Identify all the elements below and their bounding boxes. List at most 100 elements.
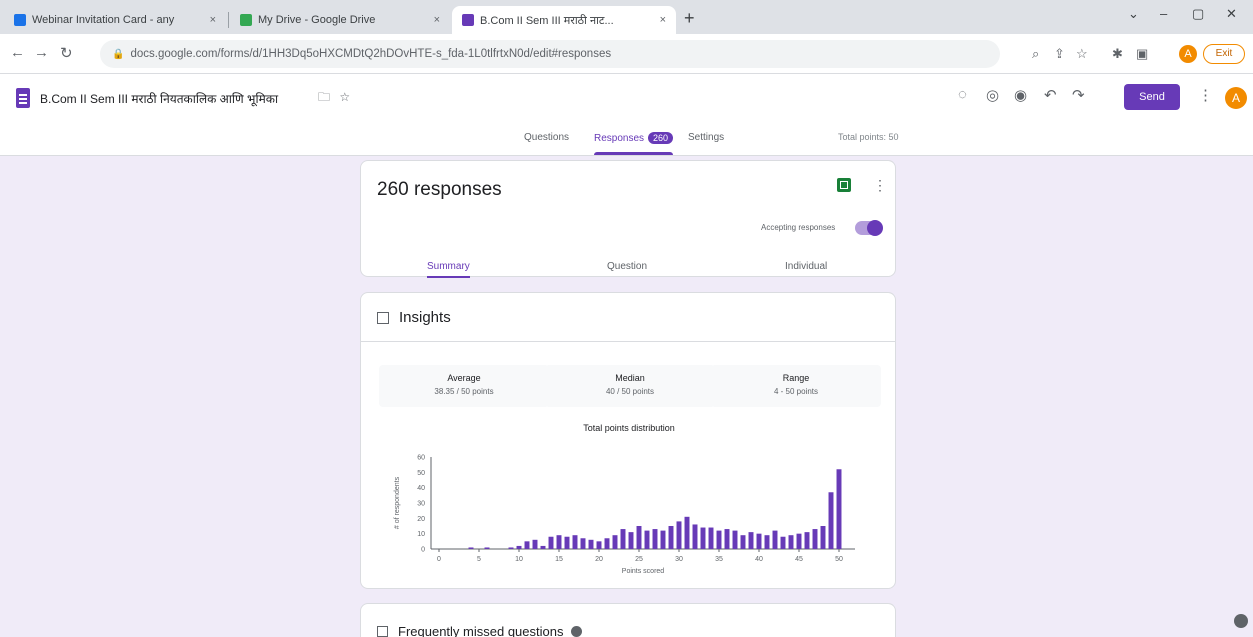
title-actions: 🗀 ☆ xyxy=(318,88,350,109)
histogram-bar xyxy=(820,526,826,549)
redo-icon[interactable]: ↷ xyxy=(1072,86,1085,104)
stat-average: Average 38.35 / 50 points xyxy=(379,365,549,407)
tab-groups-icon[interactable]: ▣ xyxy=(1136,46,1148,62)
close-tab-icon[interactable]: × xyxy=(660,14,666,26)
lock-icon: 🔒 xyxy=(112,48,125,60)
address-bar[interactable]: 🔒 docs.google.com/forms/d/1HH3Dq5oHXCMDt… xyxy=(100,40,1000,68)
stat-value: 4 - 50 points xyxy=(773,387,819,396)
browser-tab-drive[interactable]: My Drive - Google Drive × xyxy=(230,6,450,34)
tab-search-icon[interactable]: ⌄ xyxy=(1128,6,1139,22)
frequently-missed-heading: Frequently missed questions xyxy=(377,624,583,637)
insights-card: Insights Average 38.35 / 50 points Media… xyxy=(360,292,896,589)
browser-tab-webinar[interactable]: Webinar Invitation Card - any × xyxy=(4,6,226,34)
help-icon[interactable] xyxy=(571,626,583,637)
histogram-bar xyxy=(556,535,562,549)
responses-summary-card: 260 responses ⋮ Accepting responses Summ… xyxy=(360,160,896,278)
tab-questions[interactable]: Questions xyxy=(524,132,569,143)
form-title[interactable]: B.Com II Sem III मराठी नियतकालिक आणि भूम… xyxy=(40,90,278,107)
explore-icon[interactable] xyxy=(1234,614,1248,628)
histogram-bar xyxy=(772,530,778,549)
forward-arrow-icon[interactable]: → xyxy=(34,44,49,61)
tab-title: B.Com II Sem III मराठी नाट... xyxy=(480,14,614,27)
histogram-bar xyxy=(508,547,514,549)
reload-icon[interactable]: ↻ xyxy=(60,44,73,62)
histogram-bar xyxy=(676,521,682,549)
histogram-bar xyxy=(724,529,730,549)
histogram-bar xyxy=(652,529,658,549)
insights-heading-text: Insights xyxy=(399,309,451,326)
forms-logo-icon[interactable] xyxy=(16,88,30,108)
frequently-missed-text: Frequently missed questions xyxy=(398,624,564,637)
histogram-bar xyxy=(812,529,818,549)
extensions-puzzle-icon[interactable]: ✱ xyxy=(1112,46,1123,62)
browser-tab-form[interactable]: B.Com II Sem III मराठी नाट... × xyxy=(452,6,676,34)
drive-icon xyxy=(240,14,252,26)
y-axis-label: # of respondents xyxy=(394,476,401,529)
palette-icon[interactable]: ◎ xyxy=(986,86,999,104)
missed-questions-icon xyxy=(377,626,388,637)
y-tick-label: 40 xyxy=(417,485,425,492)
bookmark-star-icon[interactable]: ☆ xyxy=(1076,46,1088,62)
tab-title: Webinar Invitation Card - any xyxy=(32,14,175,26)
subtab-individual[interactable]: Individual xyxy=(785,261,827,272)
accepting-responses-toggle[interactable] xyxy=(855,220,883,236)
back-arrow-icon[interactable]: ← xyxy=(10,44,25,61)
divider xyxy=(361,341,895,342)
y-tick-label: 0 xyxy=(421,547,425,554)
sheets-icon[interactable] xyxy=(837,178,851,192)
browser-tab-strip: Webinar Invitation Card - any × My Drive… xyxy=(0,0,1253,34)
histogram-bar xyxy=(644,530,650,549)
histogram-bar xyxy=(740,535,746,549)
histogram-bar xyxy=(564,536,570,549)
tab-settings[interactable]: Settings xyxy=(688,132,724,143)
subtab-summary[interactable]: Summary xyxy=(427,261,470,278)
move-to-folder-icon[interactable]: 🗀 xyxy=(318,90,330,104)
histogram-bar xyxy=(788,535,794,549)
histogram-bar xyxy=(716,530,722,549)
maximize-icon[interactable]: ▢ xyxy=(1192,6,1204,22)
share-icon[interactable]: ⇪ xyxy=(1054,46,1065,62)
browser-profile-avatar[interactable]: A xyxy=(1179,45,1197,63)
histogram-bar xyxy=(604,538,610,549)
histogram-bar xyxy=(540,545,546,549)
undo-icon[interactable]: ↶ xyxy=(1044,86,1057,104)
tab-favicon-icon xyxy=(14,14,26,26)
frequently-missed-card: Frequently missed questions xyxy=(360,603,896,637)
exit-guest-button[interactable]: Exit xyxy=(1203,44,1245,64)
histogram-bar xyxy=(836,469,842,549)
zoom-icon[interactable]: ⌕ xyxy=(1032,46,1039,62)
subtab-question[interactable]: Question xyxy=(607,261,647,272)
x-tick-label: 15 xyxy=(555,556,563,563)
star-icon[interactable]: ☆ xyxy=(339,90,350,104)
close-tab-icon[interactable]: × xyxy=(210,14,216,26)
histogram-bar xyxy=(804,532,810,549)
minimize-icon[interactable]: – xyxy=(1160,6,1167,21)
histogram-bar xyxy=(620,529,626,549)
histogram-bar xyxy=(660,530,666,549)
x-tick-label: 35 xyxy=(715,556,723,563)
url-text: docs.google.com/forms/d/1HH3Dq5oHXCMDtQ2… xyxy=(130,48,612,60)
y-tick-label: 10 xyxy=(417,531,425,538)
avatar[interactable]: A xyxy=(1225,87,1247,109)
histogram-bar xyxy=(516,545,522,549)
responses-count-badge: 260 xyxy=(648,132,674,144)
new-tab-button[interactable]: + xyxy=(684,8,695,29)
close-window-icon[interactable]: ✕ xyxy=(1226,6,1237,22)
close-tab-icon[interactable]: × xyxy=(434,14,440,26)
tab-title: My Drive - Google Drive xyxy=(258,14,376,26)
histogram-bar xyxy=(580,538,586,549)
more-options-icon[interactable]: ⋮ xyxy=(1198,86,1213,104)
y-tick-label: 50 xyxy=(417,470,425,477)
stat-range: Range 4 - 50 points xyxy=(711,365,881,407)
tab-responses[interactable]: Responses 260 xyxy=(594,132,674,155)
send-button[interactable]: Send xyxy=(1124,84,1180,110)
more-vert-icon[interactable]: ⋮ xyxy=(873,177,887,194)
x-axis-label: Points scored xyxy=(622,568,665,575)
preview-eye-icon[interactable]: ◉ xyxy=(1014,86,1027,104)
histogram-bar xyxy=(524,541,530,549)
customize-theme-icon[interactable]: ◌ xyxy=(958,86,967,103)
y-tick-label: 60 xyxy=(417,455,425,462)
response-count: 260 responses xyxy=(377,179,502,200)
stat-label: Average xyxy=(447,373,481,383)
forms-icon xyxy=(462,14,474,26)
